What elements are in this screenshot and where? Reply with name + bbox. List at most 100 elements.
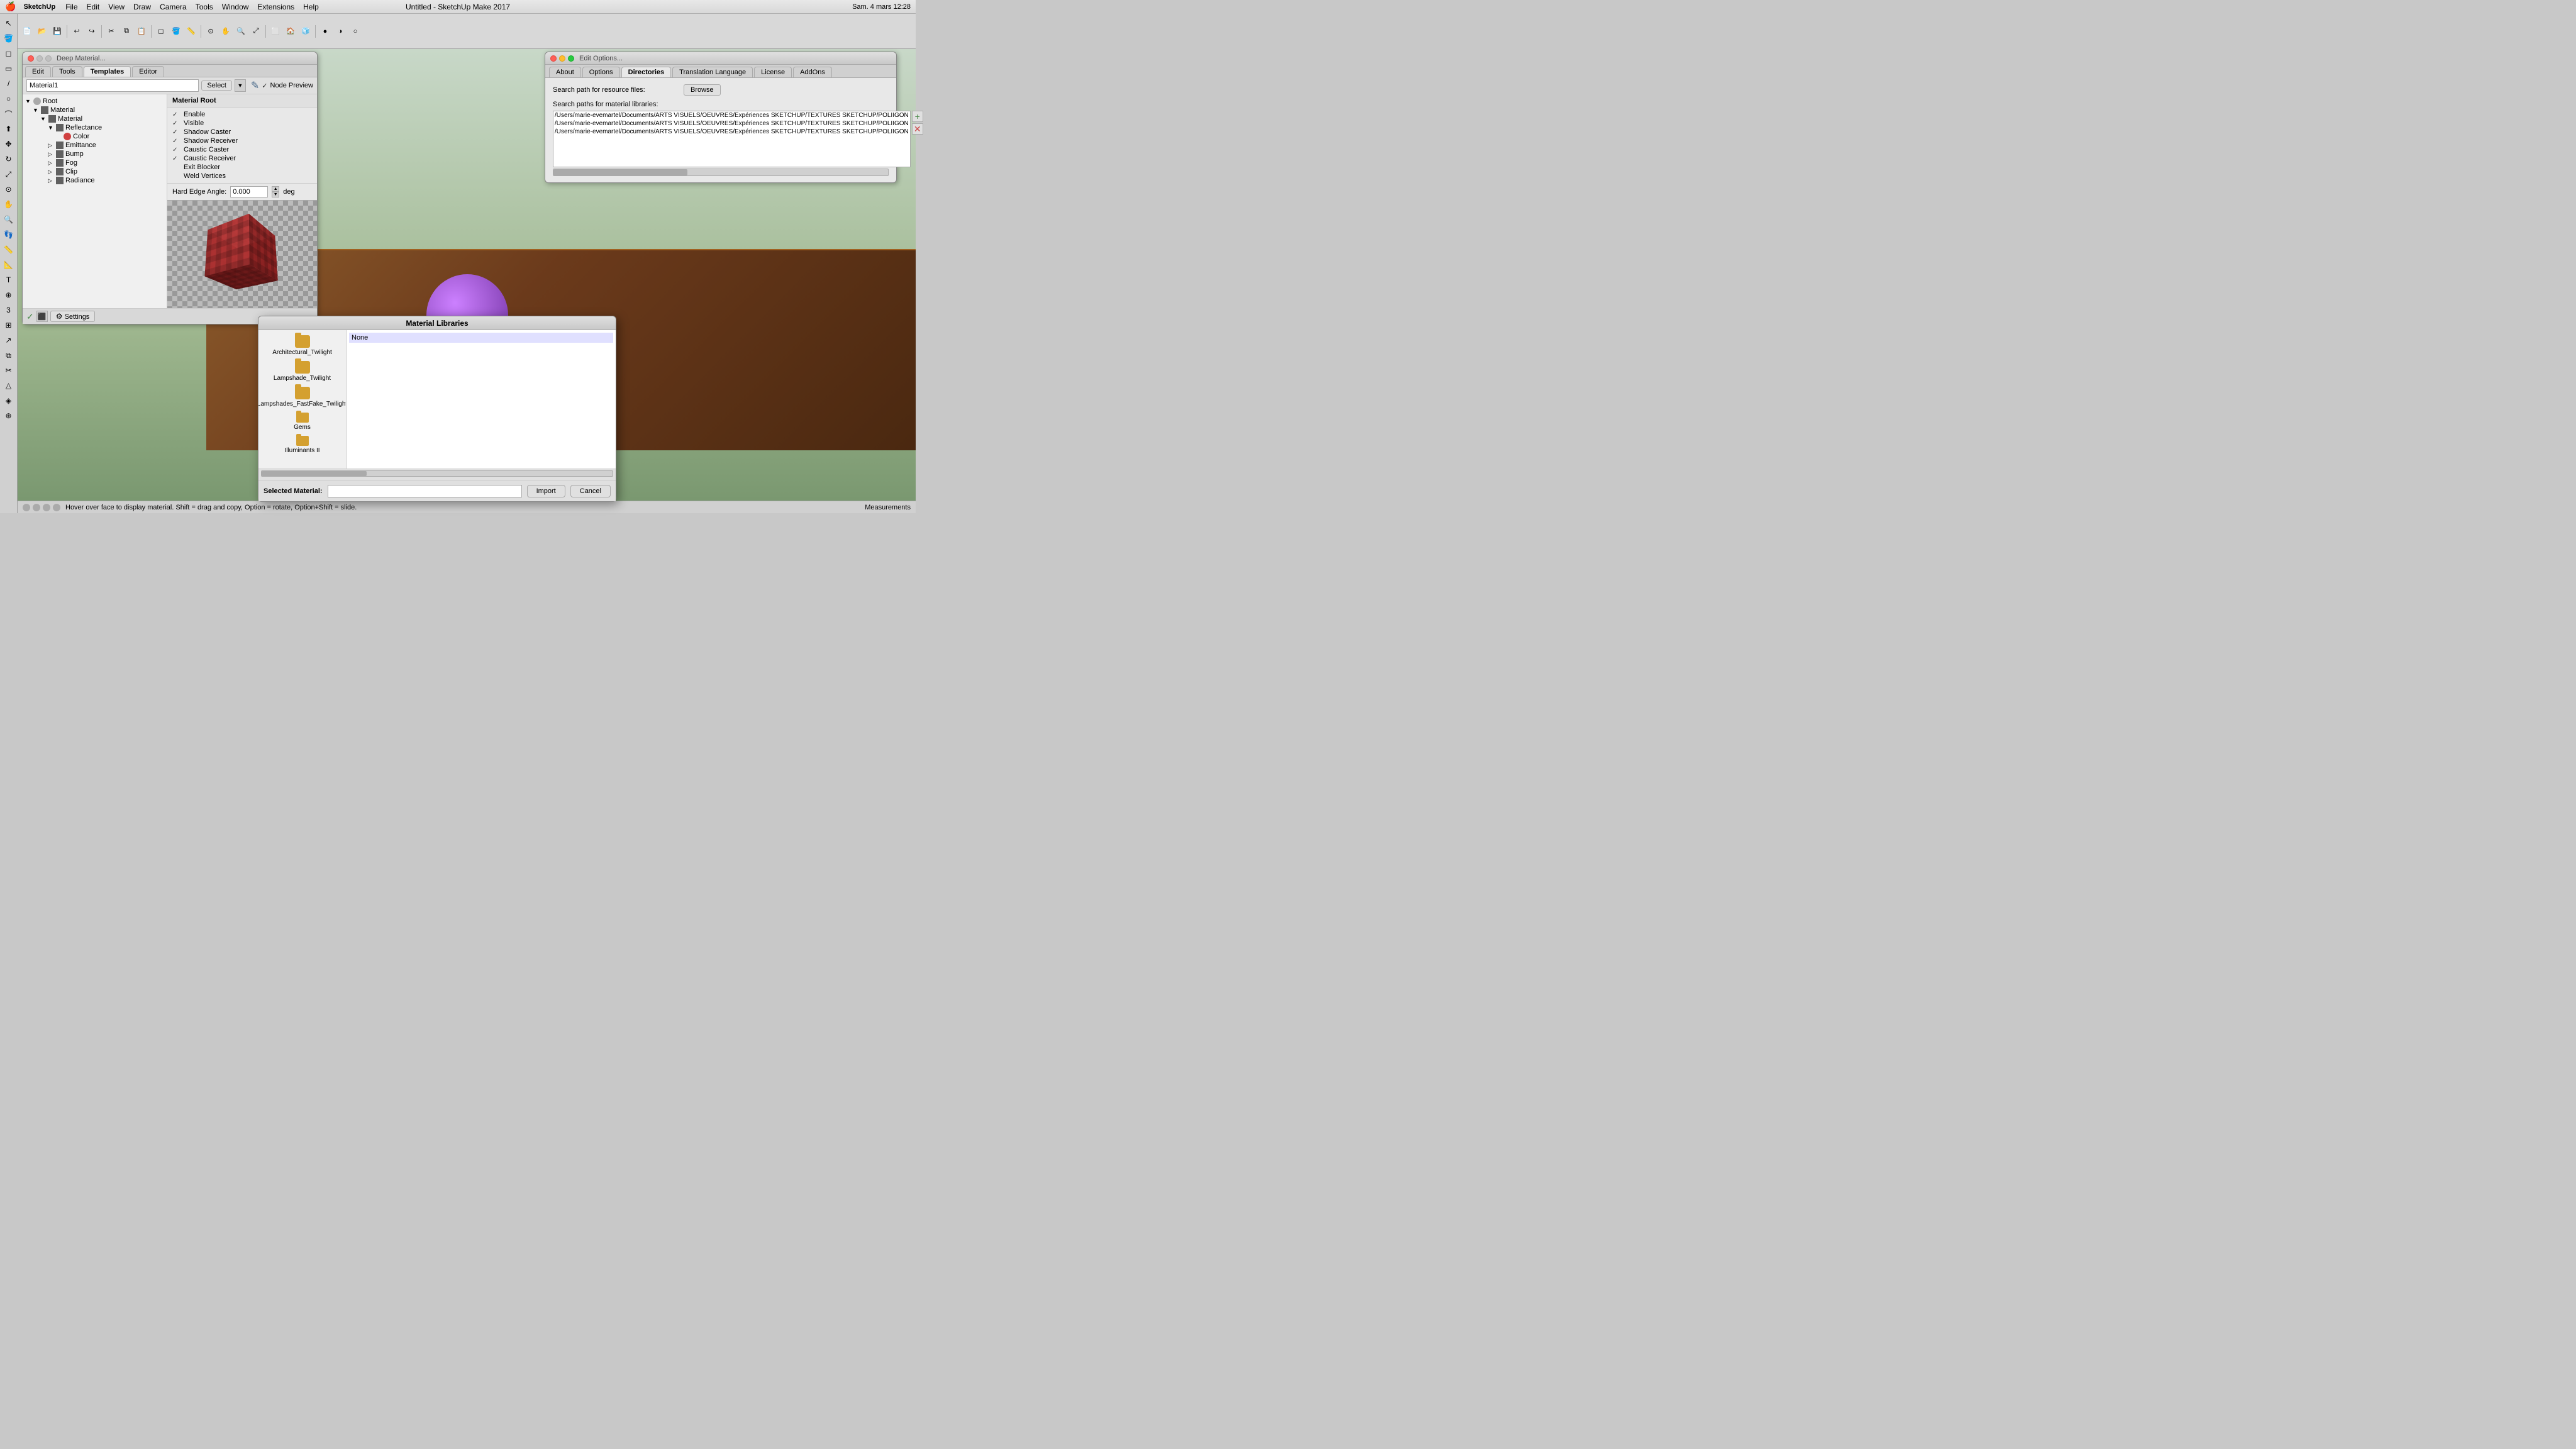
apple-menu[interactable]: 🍎 [5, 1, 16, 12]
library-lampshade[interactable]: Lampshade_Twilight [258, 358, 346, 384]
import-button[interactable]: Import [527, 485, 565, 497]
tool-zoom[interactable]: 🔍 [2, 213, 16, 226]
tree-material-1[interactable]: ▼ Material [23, 106, 167, 114]
path-add-button[interactable]: + [912, 111, 923, 122]
tb-paste[interactable]: 📋 [135, 25, 148, 38]
tb-render1[interactable]: ● [318, 25, 332, 38]
tool-circle[interactable]: ○ [2, 92, 16, 106]
option-exit-blocker[interactable]: Exit Blocker [172, 163, 312, 172]
options-minimize-button[interactable] [559, 55, 565, 62]
selected-material-field[interactable] [328, 485, 522, 497]
tab-editor[interactable]: Editor [132, 66, 164, 77]
tb-cut[interactable]: ✂ [104, 25, 118, 38]
tb-open[interactable]: 📂 [35, 25, 49, 38]
tb-measure[interactable]: 📏 [184, 25, 198, 38]
tb-paint[interactable]: 🪣 [169, 25, 183, 38]
tab-templates[interactable]: Templates [84, 66, 131, 77]
tool-offset[interactable]: ⧉ [2, 348, 16, 362]
settings-button[interactable]: ⚙ Settings [50, 311, 96, 322]
menu-window[interactable]: Window [222, 3, 249, 11]
material-name-input[interactable] [26, 79, 199, 92]
tab-about[interactable]: About [549, 67, 581, 77]
dropdown-arrow[interactable]: ▼ [235, 79, 246, 92]
option-caustic-receiver[interactable]: ✓ Caustic Receiver [172, 154, 312, 163]
tab-tools[interactable]: Tools [52, 66, 82, 77]
tb-redo[interactable]: ↪ [85, 25, 99, 38]
tab-options[interactable]: Options [582, 67, 620, 77]
preview-icon[interactable]: ⬛ [36, 311, 48, 322]
browse-button[interactable]: Browse [684, 84, 721, 96]
maximize-button[interactable] [45, 55, 52, 62]
tool-pushpull[interactable]: ⬆ [2, 122, 16, 136]
app-name[interactable]: SketchUp [23, 3, 55, 11]
tree-emittance[interactable]: ▷ Emittance [23, 141, 167, 150]
option-caustic-caster[interactable]: ✓ Caustic Caster [172, 145, 312, 154]
tree-radiance[interactable]: ▷ Radiance [23, 176, 167, 185]
tb-erase[interactable]: ◻ [154, 25, 168, 38]
dialog-scrollbar[interactable] [261, 470, 613, 477]
library-illuminants[interactable]: Illuminants II [258, 433, 346, 457]
menu-help[interactable]: Help [303, 3, 319, 11]
option-shadow-receiver[interactable]: ✓ Shadow Receiver [172, 136, 312, 145]
tab-license[interactable]: License [754, 67, 792, 77]
select-button[interactable]: Select [201, 80, 232, 91]
close-button[interactable] [28, 55, 34, 62]
tb-zoom-ext[interactable]: ⤢ [249, 25, 263, 38]
tool-sandbox[interactable]: △ [2, 379, 16, 392]
angle-down-button[interactable]: ▼ [272, 192, 279, 197]
tool-arc[interactable]: ⌒ [2, 107, 16, 121]
tab-translation[interactable]: Translation Language [672, 67, 753, 77]
tb-zoom[interactable]: 🔍 [234, 25, 248, 38]
tool-walkthrough[interactable]: 👣 [2, 228, 16, 242]
menu-draw[interactable]: Draw [133, 3, 151, 11]
tb-render2[interactable]: ◑ [333, 25, 347, 38]
menu-view[interactable]: View [108, 3, 125, 11]
none-item[interactable]: None [349, 333, 613, 343]
tool-solid[interactable]: ◈ [2, 394, 16, 408]
library-lampshades-fastfake[interactable]: Lampshades_FastFake_Twilight [258, 384, 346, 410]
option-weld-vertices[interactable]: Weld Vertices [172, 172, 312, 180]
tb-new[interactable]: 📄 [20, 25, 34, 38]
tool-position[interactable]: ⊛ [2, 409, 16, 423]
tree-material-2[interactable]: ▼ Material [23, 114, 167, 123]
tool-scale[interactable]: ⤢ [2, 167, 16, 181]
tb-view3[interactable]: 🧊 [299, 25, 313, 38]
tb-render3[interactable]: ○ [348, 25, 362, 38]
menu-edit[interactable]: Edit [87, 3, 100, 11]
library-gems[interactable]: Gems [258, 410, 346, 433]
tab-addons[interactable]: AddOns [793, 67, 832, 77]
tree-color[interactable]: Color [23, 132, 167, 141]
tool-select[interactable]: ↖ [2, 16, 16, 30]
menu-file[interactable]: File [65, 3, 77, 11]
tool-measure[interactable]: 📏 [2, 243, 16, 257]
tb-save[interactable]: 💾 [50, 25, 64, 38]
tree-reflectance[interactable]: ▼ Reflectance [23, 123, 167, 132]
menu-tools[interactable]: Tools [196, 3, 213, 11]
tool-follow[interactable]: ↗ [2, 333, 16, 347]
angle-up-button[interactable]: ▲ [272, 186, 279, 192]
tool-move[interactable]: ✥ [2, 137, 16, 151]
tool-eraser[interactable]: ◻ [2, 47, 16, 60]
paths-scrollbar[interactable] [553, 169, 889, 176]
angle-input[interactable] [230, 186, 268, 197]
menu-camera[interactable]: Camera [160, 3, 187, 11]
tool-section[interactable]: ⊞ [2, 318, 16, 332]
path-remove-button[interactable]: ✕ [912, 123, 923, 135]
tree-bump[interactable]: ▷ Bump [23, 150, 167, 158]
tb-undo[interactable]: ↩ [70, 25, 84, 38]
tree-clip[interactable]: ▷ Clip [23, 167, 167, 176]
tb-pan[interactable]: ✋ [219, 25, 233, 38]
pipette-icon[interactable]: ✎ [251, 79, 259, 92]
option-visible[interactable]: ✓ Visible [172, 119, 312, 128]
tool-rotate[interactable]: ↻ [2, 152, 16, 166]
tool-line[interactable]: / [2, 77, 16, 91]
tree-root[interactable]: ▼ Root [23, 97, 167, 106]
tool-text[interactable]: T [2, 273, 16, 287]
tool-orbit[interactable]: ⊙ [2, 182, 16, 196]
tool-tape[interactable]: 📐 [2, 258, 16, 272]
tab-directories[interactable]: Directories [621, 67, 671, 77]
tb-view2[interactable]: 🏠 [284, 25, 297, 38]
options-maximize-button[interactable] [568, 55, 574, 62]
cancel-button[interactable]: Cancel [570, 485, 611, 497]
tool-pan[interactable]: ✋ [2, 197, 16, 211]
